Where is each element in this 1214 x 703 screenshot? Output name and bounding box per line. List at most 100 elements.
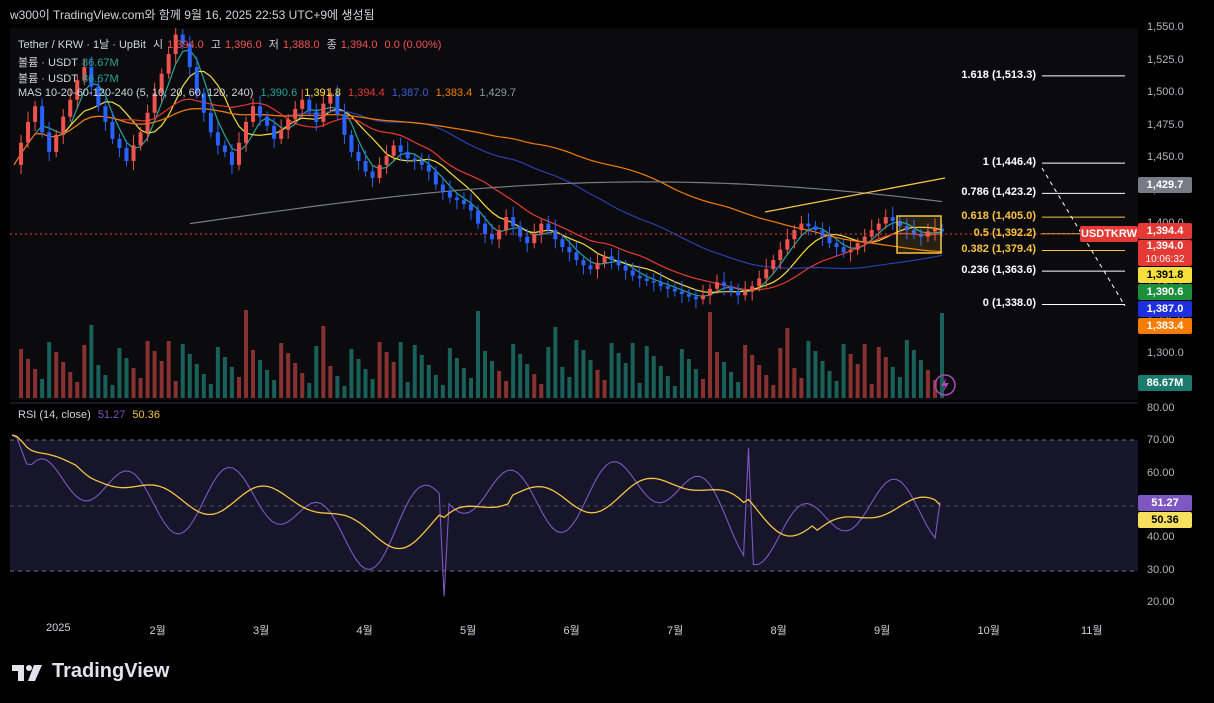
volume-bar (349, 349, 354, 398)
volume-bar (911, 350, 916, 398)
candle-body (665, 286, 670, 289)
volume-bar (454, 358, 459, 398)
candle-body (658, 282, 663, 287)
candle-body (609, 256, 614, 261)
candle-body (623, 265, 628, 271)
volume-bar (715, 352, 720, 398)
volume-bar (82, 345, 87, 398)
volume-label[interactable]: 볼륨 · USDT (18, 57, 78, 69)
candle-body (476, 210, 480, 224)
volume-bar (813, 351, 818, 398)
candle-body (166, 54, 171, 74)
candle-body (349, 134, 354, 152)
volume-bar (546, 347, 551, 398)
volume-bar (806, 341, 811, 398)
ma-label[interactable]: MAS 10-20-60-120-240 (5, 10, 20, 60, 120… (18, 87, 253, 99)
ma-value-20: 1,394.4 (348, 87, 385, 99)
volume-bar (539, 384, 544, 398)
candle-body (546, 223, 551, 231)
volume-bar (54, 352, 59, 398)
candle-body (33, 106, 38, 122)
volume-bar (342, 386, 347, 398)
volume-bar (560, 367, 565, 398)
candle-body (265, 116, 270, 126)
volume-bar (827, 371, 832, 398)
ma-value-60: 1,387.0 (391, 87, 429, 99)
volume-bar (799, 378, 804, 398)
candle-body (574, 252, 579, 261)
volume-bar (258, 360, 263, 398)
candle-body (876, 223, 881, 231)
candle-body (363, 161, 368, 172)
volume-bar (384, 352, 389, 398)
volume-value-2: 86.67M (81, 73, 119, 85)
candle-body (651, 280, 656, 283)
volume-bar (251, 350, 256, 398)
high-label: 고 (210, 39, 221, 51)
candle-body (40, 106, 45, 133)
open-value: 1,394.0 (167, 39, 204, 51)
candle-body (637, 275, 642, 279)
candle-body (588, 265, 593, 270)
candle-body (405, 151, 410, 159)
candle-body (26, 121, 31, 143)
volume-bar (208, 384, 213, 398)
candle-body (321, 103, 326, 122)
candle-body (272, 125, 277, 139)
candle-body (103, 106, 108, 122)
volume-bar (757, 365, 762, 398)
ma-value-240: 1,429.7 (479, 87, 517, 99)
candle-body (567, 247, 572, 253)
fib-level-label: 0 (1,338.0) (982, 297, 1036, 310)
candle-body (785, 239, 790, 250)
candle-body (286, 119, 291, 130)
candle-body (131, 145, 136, 162)
candle-body (806, 223, 811, 227)
volume-bar (166, 341, 171, 398)
candle-body (581, 260, 586, 266)
volume-bar (771, 385, 776, 398)
candle-body (890, 217, 895, 221)
candle-body (447, 191, 452, 198)
volume-bar (314, 346, 319, 398)
volume-bar (672, 386, 677, 398)
volume-bar (201, 374, 206, 398)
low-label: 저 (268, 39, 279, 51)
volume-bar (307, 383, 312, 398)
price-tick-label: 1,525.0 (1147, 53, 1184, 66)
legend-symbol[interactable]: Tether / KRW · 1날 · UpBit (18, 39, 146, 51)
rsi-label[interactable]: RSI (14, close) (18, 409, 91, 421)
volume-bar (215, 347, 220, 398)
volume-bar (145, 341, 150, 398)
price-tick-label: 1,500.0 (1147, 86, 1184, 99)
volume-bar (693, 369, 698, 398)
candle-body (124, 147, 129, 162)
volume-label-2[interactable]: 볼륨 · USDT (18, 73, 78, 85)
volume-bar (300, 373, 305, 398)
volume-bar (497, 371, 502, 398)
time-tick-label: 2025 (46, 622, 71, 634)
candle-body (145, 112, 150, 133)
candle-body (539, 223, 544, 235)
candle-body (258, 106, 263, 117)
rsi-tick-label: 40.00 (1147, 531, 1175, 544)
volume-bar (356, 359, 361, 398)
candle-body (750, 286, 755, 292)
candle-body (68, 99, 73, 117)
candle-body (644, 278, 649, 281)
price-tick-label: 1,550.0 (1147, 21, 1184, 33)
candle-body (679, 291, 684, 295)
volume-bar (602, 380, 607, 398)
candle-body (244, 121, 248, 143)
volume-bar (925, 370, 930, 398)
candle-body (398, 145, 403, 152)
legend-volume-2: 볼륨 · USDT 86.67M (18, 70, 123, 86)
time-tick-label: 3월 (253, 625, 270, 637)
price-tag: 1,391.8 (1138, 266, 1192, 283)
chart-canvas[interactable] (0, 0, 1214, 660)
chart-window: w300이 TradingView.com와 함께 9월 16, 2025 22… (0, 0, 1214, 703)
volume-bar (588, 360, 593, 398)
volume-bar (532, 374, 537, 398)
candle-body (293, 108, 298, 120)
candle-body (855, 243, 860, 250)
